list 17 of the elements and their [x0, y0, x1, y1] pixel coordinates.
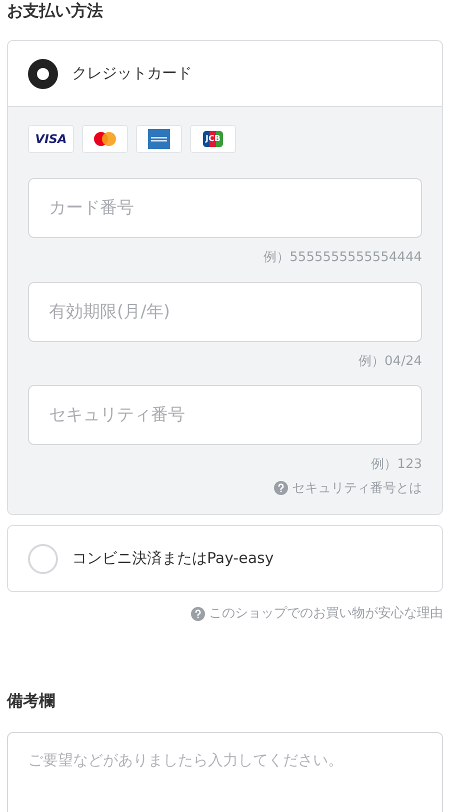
mastercard-logo [93, 131, 117, 147]
text-field[interactable]: セキュリティ番号 [28, 385, 422, 445]
example-hint: 例）5555555555554444 [264, 249, 422, 267]
option-label[interactable]: クレジットカード [72, 62, 192, 85]
visa-logo: VISA [35, 131, 67, 148]
notes-field[interactable]: ご要望などがありましたら入力してください。 [7, 732, 443, 812]
text-field[interactable]: カード番号 [28, 178, 422, 238]
help-icon [274, 481, 288, 496]
section-title: 備考欄 [7, 690, 56, 712]
section-title: お支払い方法 [7, 0, 104, 22]
text-field[interactable]: 有効期限(月/年) [28, 282, 422, 342]
example-hint: 例）04/24 [358, 352, 422, 370]
radio-button[interactable] [28, 58, 58, 88]
example-hint: 例）123 [371, 456, 422, 474]
help-icon [191, 606, 205, 621]
option-label[interactable]: コンビニ決済またはPay-easy [72, 547, 274, 570]
amex-logo [148, 129, 170, 149]
